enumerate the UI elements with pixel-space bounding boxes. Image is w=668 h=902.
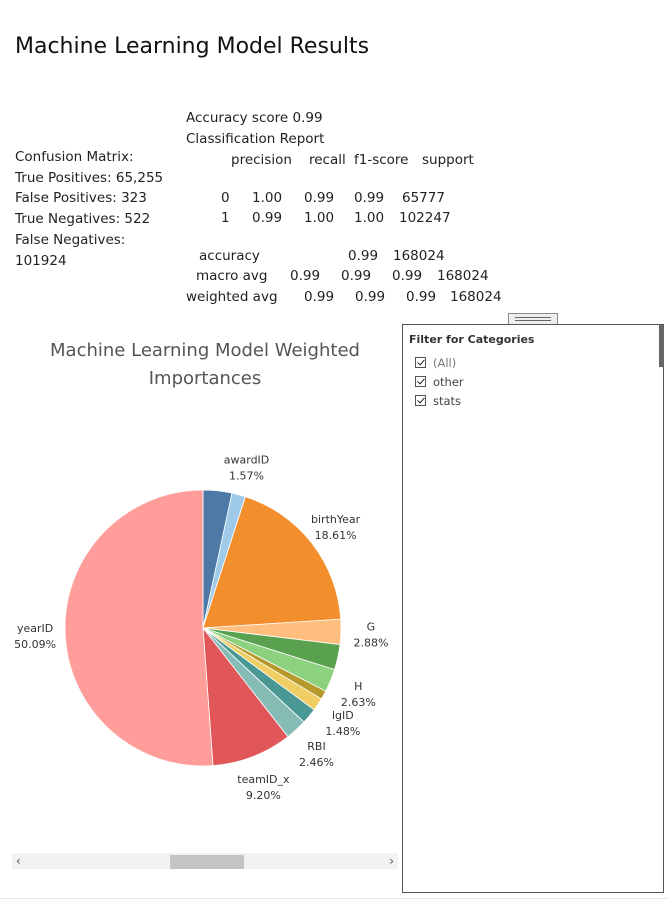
checkbox-checked-icon[interactable]	[415, 395, 426, 406]
importance-pie-chart: awardID 1.57% birthYear 18.61% G 2.88% H 2.63%l…	[14, 454, 388, 802]
row-1-f1: 1.00	[354, 210, 385, 226]
accuracy-row-label: accuracy	[199, 248, 260, 264]
false-negatives-value: 101924	[15, 252, 67, 269]
header-support: support	[422, 152, 474, 168]
pie-label-percent: 2.88%	[353, 637, 388, 650]
weighted-avg-f1: 0.99	[406, 289, 437, 305]
chart-title: Machine Learning Model Weighted Importan…	[50, 340, 360, 389]
row-1-label: 1	[221, 210, 230, 226]
pie-label-percent: 1.48%	[325, 725, 360, 738]
macro-avg-support: 168024	[437, 268, 489, 284]
accuracy-row-value: 0.99	[348, 248, 379, 264]
filter-item-label: other	[433, 374, 464, 389]
pie-label-name: teamID_x	[237, 773, 290, 786]
weighted-avg-support: 168024	[450, 289, 502, 305]
page-title: Machine Learning Model Results	[15, 34, 370, 59]
confusion-matrix: Confusion Matrix: True Positives: 65,255…	[15, 147, 163, 271]
checkbox-checked-icon[interactable]	[415, 357, 426, 368]
row-0-support: 65777	[402, 190, 445, 206]
filter-item-label: (All)	[433, 355, 457, 370]
pie-label-percent: 2.46%	[299, 756, 334, 769]
checkbox-checked-icon[interactable]	[415, 376, 426, 387]
filter-item-all[interactable]: (All)	[415, 353, 464, 372]
macro-avg-f1: 0.99	[392, 268, 423, 284]
filter-list: (All) other stats	[415, 353, 464, 410]
macro-avg-precision: 0.99	[290, 268, 321, 284]
macro-avg-recall: 0.99	[341, 268, 372, 284]
macro-avg-label: macro avg	[196, 268, 268, 284]
row-0-label: 0	[221, 190, 230, 206]
row-0-precision: 1.00	[252, 190, 283, 206]
row-1-precision: 0.99	[252, 210, 283, 226]
drag-handle-icon[interactable]	[508, 313, 558, 324]
accuracy-row-support: 168024	[393, 248, 445, 264]
classification-report-title: Classification Report	[186, 131, 325, 147]
pie-label-name: lgID	[332, 709, 354, 722]
pie-label-name: yearID	[17, 622, 53, 635]
false-negatives-label: False Negatives:	[15, 231, 126, 248]
pie-label-name: birthYear	[311, 513, 361, 526]
pie-label-percent: 2.63%	[341, 696, 376, 709]
header-f1-score: f1-score	[354, 152, 409, 168]
true-positives: True Positives: 65,255	[15, 169, 164, 186]
row-0-f1: 0.99	[354, 190, 385, 206]
horizontal-scrollbar[interactable]: ‹ ›	[12, 853, 398, 869]
accuracy-score: Accuracy score 0.99	[186, 110, 323, 126]
bottom-divider	[0, 898, 668, 899]
scroll-right-arrow-icon[interactable]: ›	[389, 853, 394, 869]
false-positives: False Positives: 323	[15, 190, 147, 207]
filter-title: Filter for Categories	[409, 333, 535, 346]
filter-item-label: stats	[433, 393, 462, 408]
pie-label-name: RBI	[307, 740, 325, 753]
pie-label-name: G	[367, 621, 376, 634]
pie-slice-yearID[interactable]	[64, 489, 214, 767]
pie-label-percent: 1.57%	[229, 470, 264, 483]
true-negatives: True Negatives: 522	[15, 211, 151, 228]
pie-label-percent: 9.20%	[246, 789, 281, 802]
panel-scrollbar[interactable]	[659, 325, 664, 367]
row-0-recall: 0.99	[304, 190, 335, 206]
header-precision: precision	[231, 152, 292, 168]
weighted-avg-label: weighted avg	[186, 289, 278, 305]
weighted-avg-recall: 0.99	[355, 289, 386, 305]
pie-label-percent: 50.09%	[14, 638, 56, 651]
scrollbar-thumb[interactable]	[170, 855, 244, 869]
pie-label-percent: 18.61%	[315, 529, 357, 542]
confusion-matrix-label: Confusion Matrix:	[15, 149, 134, 165]
category-filter-panel: Filter for Categories (All) other stats	[402, 313, 664, 893]
filter-item-stats[interactable]: stats	[415, 391, 464, 410]
scroll-left-arrow-icon[interactable]: ‹	[16, 853, 21, 869]
header-recall: recall	[309, 152, 346, 168]
row-1-recall: 1.00	[304, 210, 335, 226]
classification-report: Accuracy score 0.99 Classification Repor…	[186, 110, 516, 310]
pie-label-name: H	[354, 680, 362, 693]
filter-item-other[interactable]: other	[415, 372, 464, 391]
row-1-support: 102247	[399, 210, 451, 226]
weighted-avg-precision: 0.99	[304, 289, 335, 305]
pie-label-name: awardID	[224, 454, 270, 467]
